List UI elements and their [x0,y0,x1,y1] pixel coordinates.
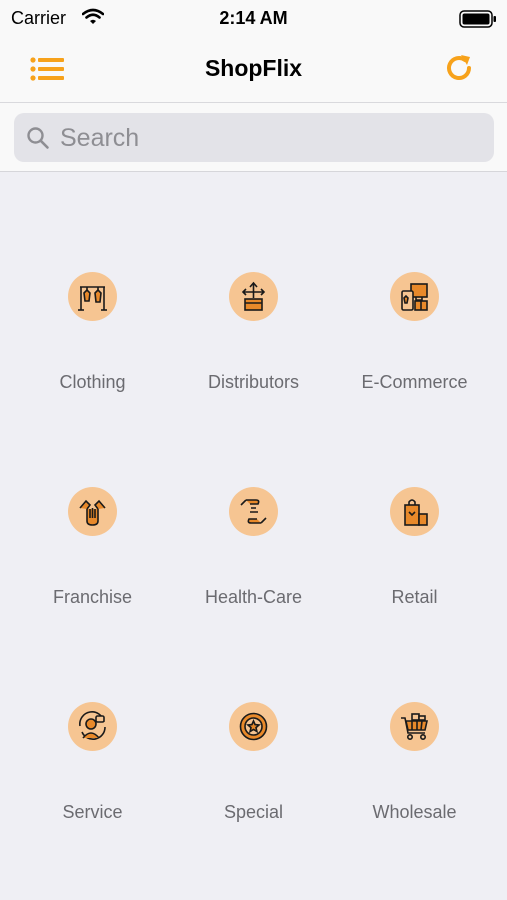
distribution-box-icon [229,272,278,321]
search-bar [0,103,507,172]
star-badge-icon [229,702,278,751]
category-label: Service [62,802,123,822]
nav-bar: ShopFlix [0,36,507,103]
category-special[interactable]: Special [169,602,338,822]
category-health-care[interactable]: Health-Care [169,387,338,607]
status-bar: Carrier 2:14 AM [0,0,507,36]
search-input[interactable] [58,119,482,158]
clothing-rack-icon [68,272,117,321]
shopping-cart-icon [390,702,439,751]
shopping-bag-icon [390,487,439,536]
category-distributors[interactable]: Distributors [169,172,338,392]
category-label: Wholesale [372,802,457,822]
category-retail[interactable]: Retail [330,387,499,607]
refresh-icon [447,55,471,80]
status-time: 2:14 AM [219,8,288,28]
customer-service-icon [68,702,117,751]
category-clothing[interactable]: Clothing [8,172,177,392]
category-ecommerce[interactable]: E-Commerce [330,172,499,392]
caring-hands-icon [229,487,278,536]
battery-icon [459,10,497,33]
category-wholesale[interactable]: Wholesale [330,602,499,822]
category-service[interactable]: Service [8,602,177,822]
category-franchise[interactable]: Franchise [8,387,177,607]
refresh-button[interactable] [445,53,475,83]
search-icon [27,127,49,149]
ecommerce-store-icon [390,272,439,321]
category-label: Special [223,802,284,822]
search-box[interactable] [14,113,494,162]
page-title: ShopFlix [204,55,303,81]
handshake-icon [68,487,117,536]
